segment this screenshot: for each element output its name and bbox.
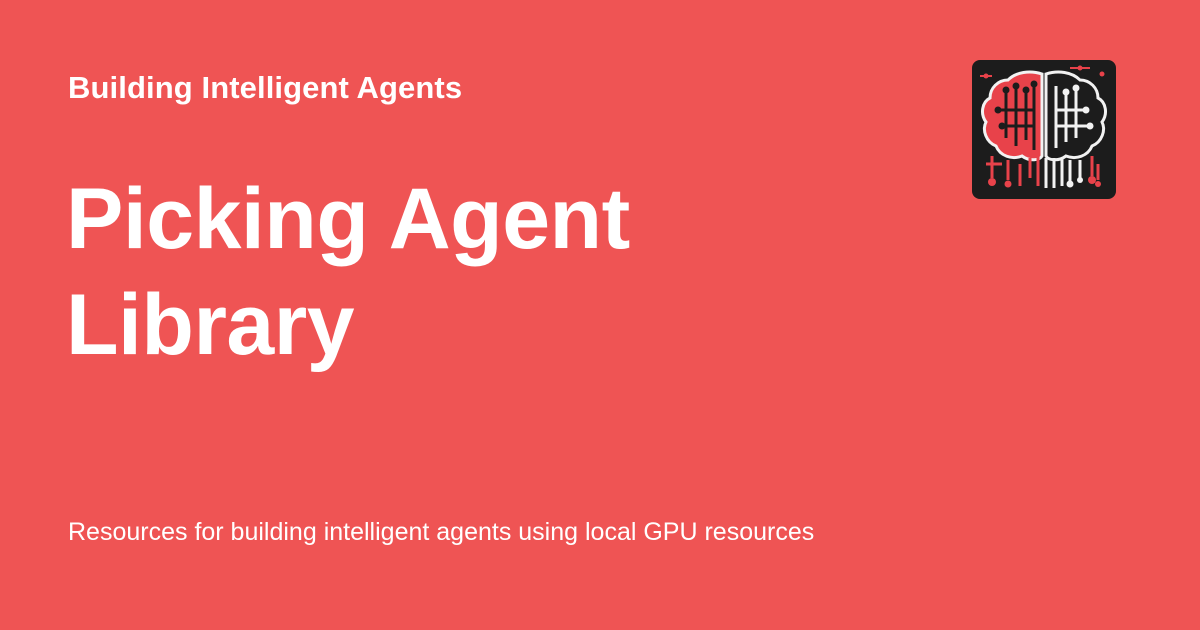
brain-circuit-icon xyxy=(972,60,1116,199)
site-title: Building Intelligent Agents xyxy=(68,70,463,105)
page-title: Picking Agent Library xyxy=(66,171,630,373)
page-description: Resources for building intelligent agent… xyxy=(68,518,815,546)
